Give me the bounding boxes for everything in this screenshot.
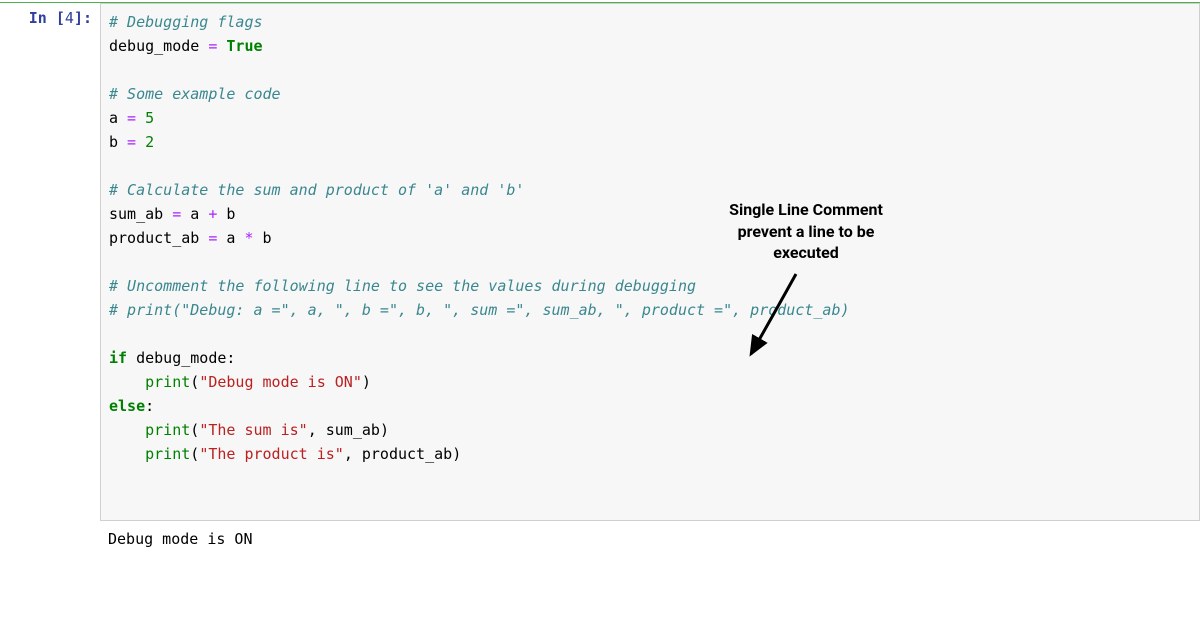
operator: * (235, 229, 262, 247)
punctuation: ) (362, 373, 371, 391)
prompt-in: In [ (29, 9, 65, 27)
string: "The product is" (199, 445, 344, 463)
name: a (190, 205, 199, 223)
annotation-text-3: executed (681, 242, 931, 264)
comment-line: # print("Debug: a =", a, ", b =", b, ", … (109, 301, 850, 319)
keyword: else (109, 397, 145, 415)
indent (109, 421, 145, 439)
builtin: print (145, 421, 190, 439)
indent (109, 445, 145, 463)
operator: = (199, 229, 226, 247)
operator: = (118, 109, 145, 127)
punctuation: ( (190, 373, 199, 391)
builtin: print (145, 445, 190, 463)
comment-line: # Uncomment the following line to see th… (109, 277, 696, 295)
prompt-number: 4 (65, 9, 74, 27)
annotation-text-2: prevent a line to be (681, 221, 931, 243)
name: b (226, 205, 235, 223)
name: product_ab (109, 229, 199, 247)
punctuation: , (308, 421, 326, 439)
name: debug_mode (136, 349, 226, 367)
punctuation: : (145, 397, 154, 415)
operator: = (199, 37, 226, 55)
builtin: print (145, 373, 190, 391)
input-prompt: In [4]: (0, 3, 100, 27)
keyword: if (109, 349, 127, 367)
code-editor[interactable]: # Debugging flags debug_mode = True # So… (100, 3, 1200, 521)
indent (109, 373, 145, 391)
punctuation: : (226, 349, 235, 367)
operator: = (163, 205, 190, 223)
comment-line: # Calculate the sum and product of 'a' a… (109, 181, 524, 199)
keyword-constant: True (226, 37, 262, 55)
annotation-text-1: Single Line Comment (681, 199, 931, 221)
name: b (263, 229, 272, 247)
code-cell: In [4]: # Debugging flags debug_mode = T… (0, 3, 1200, 521)
name: b (109, 133, 118, 151)
arrow-icon (741, 269, 861, 369)
number: 2 (145, 133, 154, 151)
operator: = (118, 133, 145, 151)
number: 5 (145, 109, 154, 127)
name: sum_ab (326, 421, 380, 439)
comment-line: # Debugging flags (109, 13, 263, 31)
string: "Debug mode is ON" (199, 373, 362, 391)
name: product_ab (362, 445, 452, 463)
prompt-close: ]: (74, 9, 92, 27)
output-cell: Debug mode is ON (0, 521, 1200, 551)
comment-line: # Some example code (109, 85, 281, 103)
punctuation: ( (190, 445, 199, 463)
name: a (109, 109, 118, 127)
punctuation: ( (190, 421, 199, 439)
punctuation: , (344, 445, 362, 463)
name: debug_mode (109, 37, 199, 55)
punctuation: ) (452, 445, 461, 463)
punctuation: ) (380, 421, 389, 439)
name: sum_ab (109, 205, 163, 223)
callout-annotation: Single Line Comment prevent a line to be… (681, 199, 931, 264)
output-text: Debug mode is ON (100, 521, 1200, 551)
space (127, 349, 136, 367)
string: "The sum is" (199, 421, 307, 439)
operator: + (199, 205, 226, 223)
